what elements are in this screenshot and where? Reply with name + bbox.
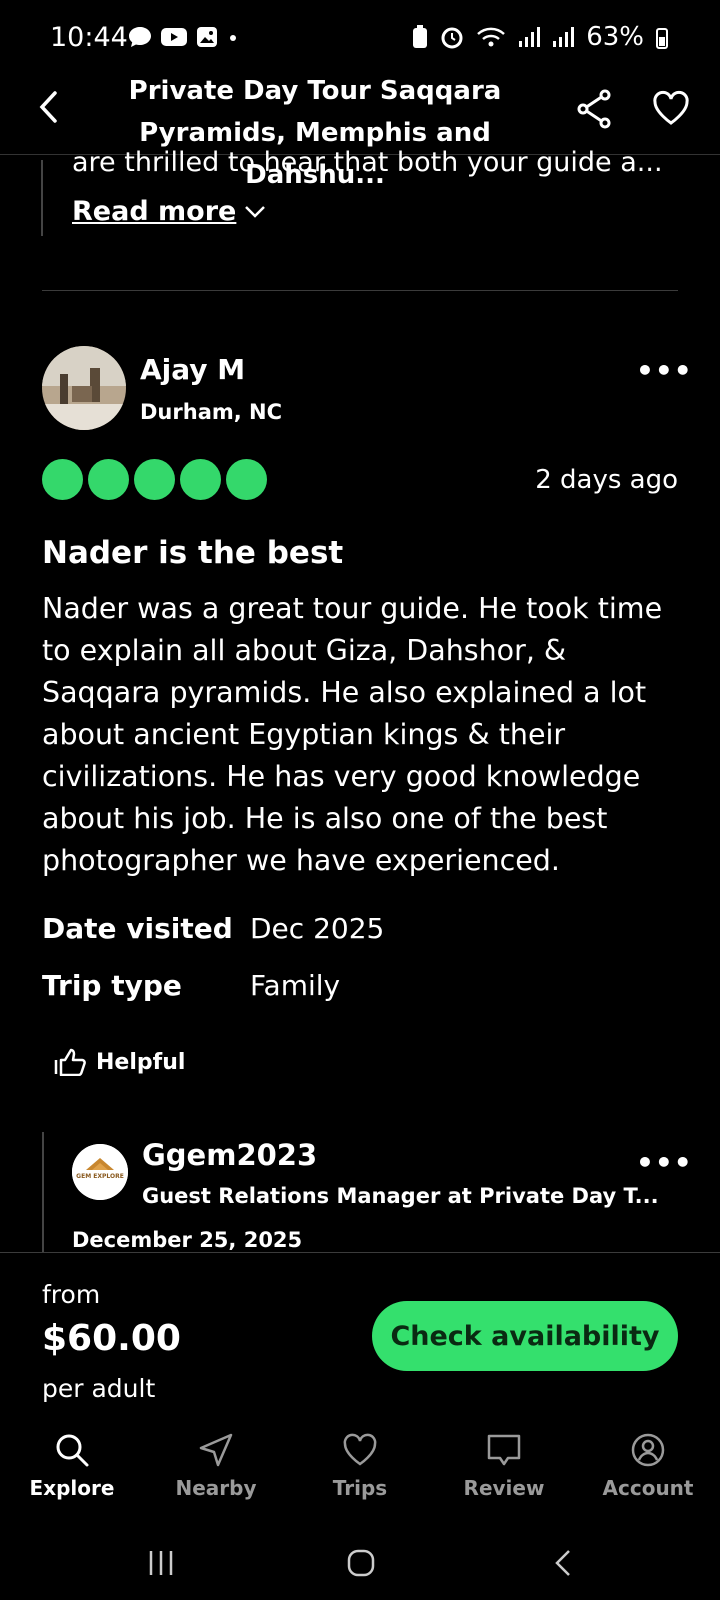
status-time: 10:44 <box>50 22 128 53</box>
date-visited-label: Date visited <box>42 912 233 945</box>
system-status-icons: 63% <box>412 22 668 52</box>
trip-type-label: Trip type <box>42 969 182 1002</box>
price-per-label: per adult <box>42 1374 156 1403</box>
rating-bubbles <box>42 459 267 500</box>
battery-level: 63% <box>586 22 644 52</box>
helpful-button[interactable]: Helpful <box>54 1048 185 1076</box>
rating-bubble <box>88 459 129 500</box>
signal-icon-2 <box>553 27 575 47</box>
title-line-1: Private Day Tour Saqqara <box>128 76 502 106</box>
notification-icons <box>128 26 240 48</box>
rating-bubble <box>134 459 175 500</box>
review-date: 2 days ago <box>535 465 678 495</box>
review-location: Durham, NC <box>140 400 283 424</box>
gallery-icon <box>197 27 217 47</box>
nav-review-label: Review <box>463 1476 545 1500</box>
read-more-label: Read more <box>72 196 237 227</box>
trip-type-value: Family <box>250 969 341 1002</box>
heart-icon <box>343 1433 377 1466</box>
previous-response-text: are thrilled to hear that both your guid… <box>72 147 663 178</box>
thumbs-up-icon <box>54 1048 86 1076</box>
review-author[interactable]: Ajay M <box>140 353 245 386</box>
owner-logo[interactable]: GEM EXPLORE <box>72 1144 128 1200</box>
price-from-label: from <box>42 1280 101 1309</box>
youtube-icon <box>161 28 187 46</box>
battery-saver-icon <box>413 25 428 48</box>
nav-trips[interactable]: Trips <box>288 1432 432 1522</box>
date-visited-value: Dec 2025 <box>250 912 385 945</box>
nav-review[interactable]: Review <box>432 1432 576 1522</box>
nav-nearby-label: Nearby <box>175 1476 257 1500</box>
review-bubble-icon <box>487 1434 521 1466</box>
signal-icon <box>519 27 541 47</box>
system-back-icon[interactable] <box>552 1548 576 1578</box>
alarm-icon <box>441 27 463 49</box>
reply-date: December 25, 2025 <box>72 1228 303 1252</box>
review-more-options-icon[interactable]: ••• <box>636 354 693 387</box>
bottom-nav: Explore Nearby Trips Review Account <box>0 1432 720 1522</box>
back-icon[interactable] <box>36 90 62 124</box>
reply-owner-role: Guest Relations Manager at Private Day T… <box>142 1184 659 1208</box>
reply-owner-name[interactable]: Ggem2023 <box>142 1138 317 1172</box>
nav-account[interactable]: Account <box>576 1432 720 1522</box>
dot-icon <box>230 35 236 41</box>
check-availability-button[interactable]: Check availability <box>372 1301 678 1371</box>
nav-trips-label: Trips <box>332 1476 388 1500</box>
avatar[interactable] <box>42 346 126 430</box>
review-title: Nader is the best <box>42 535 344 571</box>
nav-account-label: Account <box>602 1476 694 1500</box>
favorite-heart-icon[interactable] <box>652 90 690 126</box>
reply-quote-bar <box>42 1132 44 1252</box>
rating-bubble <box>226 459 267 500</box>
svg-text:GEM EXPLORE: GEM EXPLORE <box>76 1173 124 1180</box>
rating-bubble <box>180 459 221 500</box>
nav-nearby[interactable]: Nearby <box>144 1432 288 1522</box>
account-icon <box>631 1433 665 1467</box>
read-more-link[interactable]: Read more <box>72 196 266 227</box>
review-body: Nader was a great tour guide. He took ti… <box>42 592 663 877</box>
battery-icon <box>656 28 668 49</box>
response-quote-bar <box>41 160 43 236</box>
system-nav-bar <box>0 1530 720 1600</box>
chevron-down-icon <box>245 205 266 218</box>
nav-explore-label: Explore <box>29 1476 115 1500</box>
helpful-label: Helpful <box>96 1049 186 1075</box>
search-icon <box>56 1434 89 1467</box>
chat-notification-icon <box>129 27 151 47</box>
review-divider <box>42 290 678 291</box>
recent-apps-icon[interactable] <box>146 1548 176 1578</box>
status-bar: 10:44 63% <box>0 0 720 80</box>
rating-bubble <box>42 459 83 500</box>
navigation-arrow-icon <box>199 1433 233 1467</box>
home-icon[interactable] <box>346 1548 376 1578</box>
share-icon[interactable] <box>576 89 612 129</box>
reply-more-options-icon[interactable]: ••• <box>636 1146 693 1179</box>
price-value: $60.00 <box>42 1318 181 1359</box>
nav-explore[interactable]: Explore <box>0 1432 144 1522</box>
wifi-icon <box>477 27 506 47</box>
